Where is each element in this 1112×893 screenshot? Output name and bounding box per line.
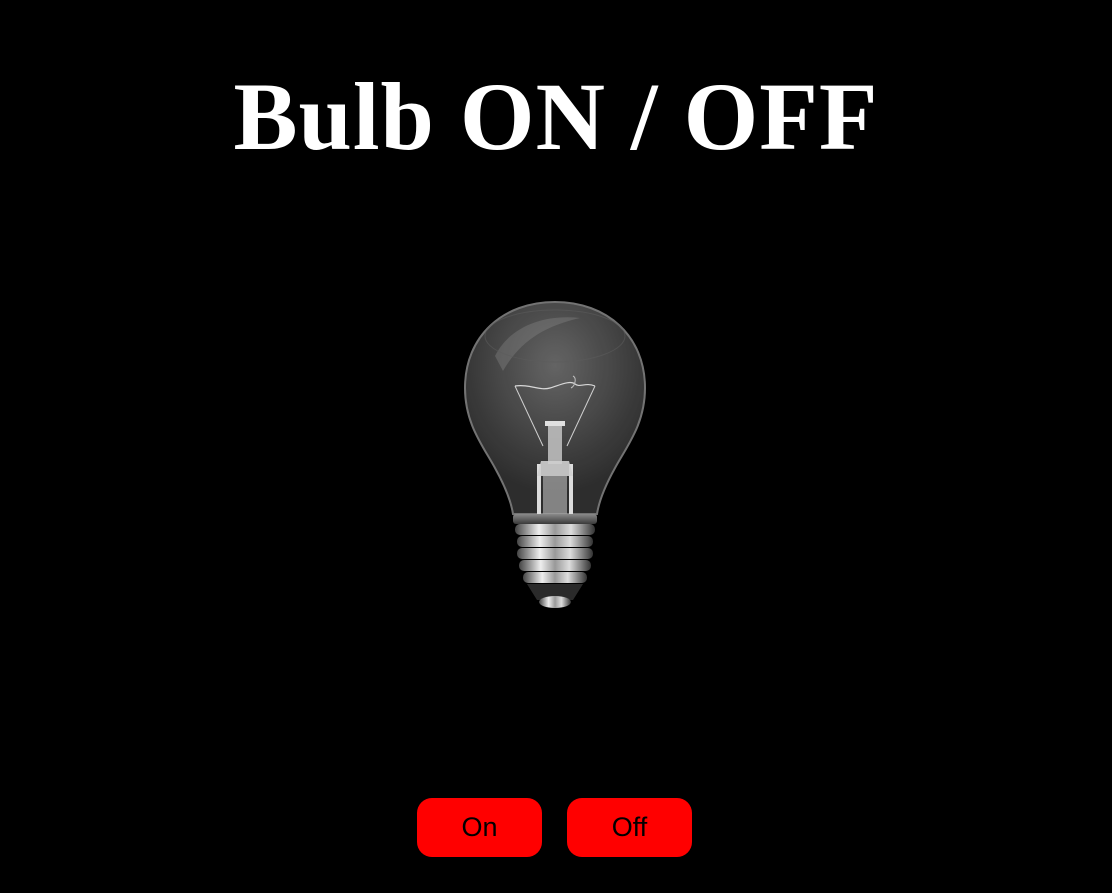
light-bulb-icon [455,296,655,616]
controls: On Off [0,798,1112,858]
off-button[interactable]: Off [567,798,692,857]
page-title: Bulb ON / OFF [233,63,879,170]
on-button[interactable]: On [417,798,542,857]
